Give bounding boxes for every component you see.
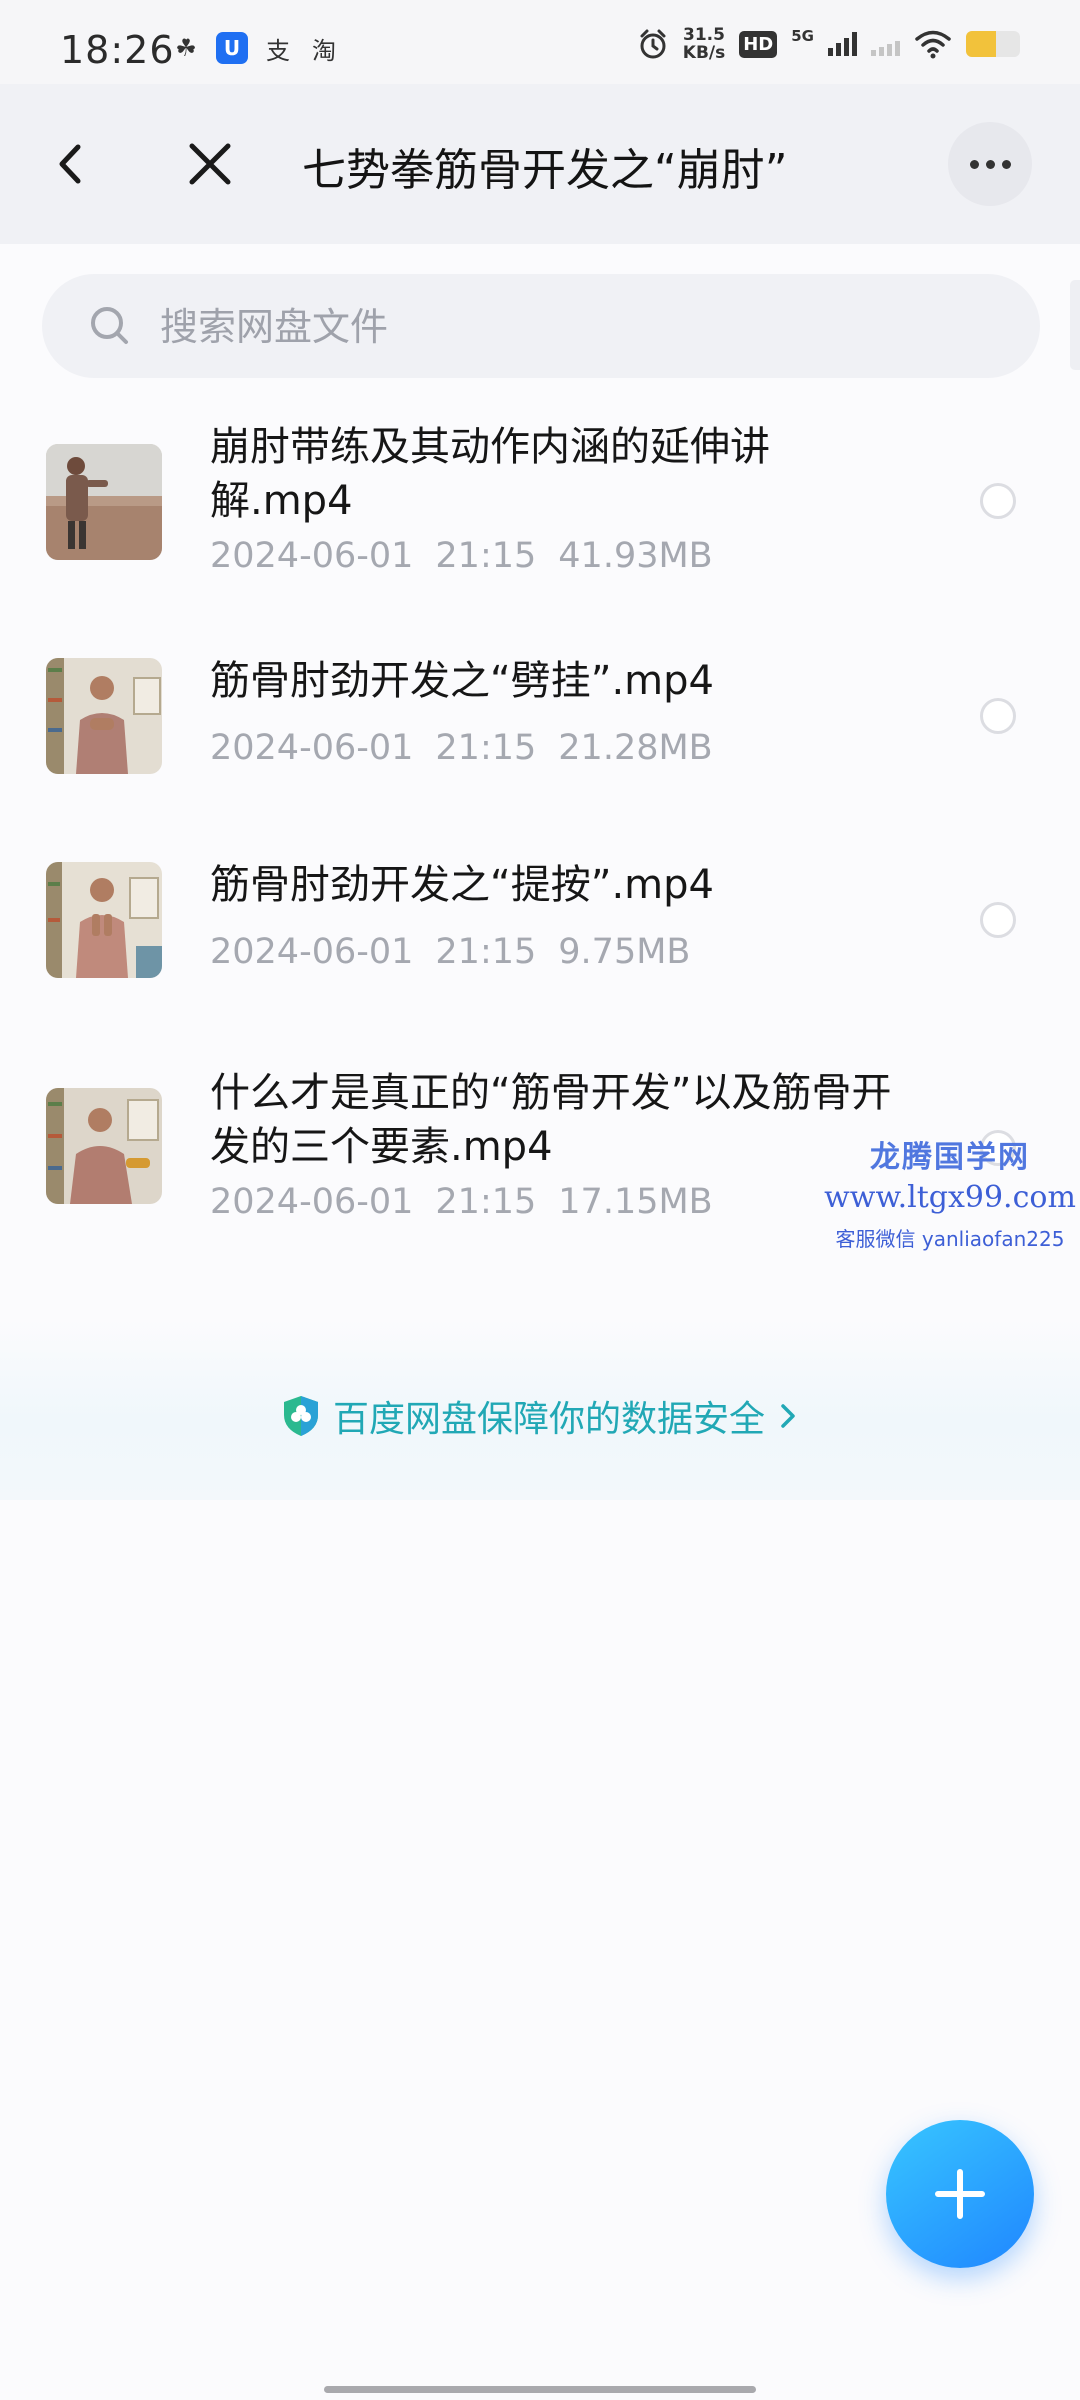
alipay-icon: 支 xyxy=(266,36,290,65)
file-name: 崩肘带练及其动作内涵的延伸讲解.mp4 xyxy=(210,424,770,524)
security-banner-link[interactable]: 百度网盘保障你的数据安全 xyxy=(0,1390,1080,1442)
status-time: 18:26 xyxy=(60,28,175,72)
network-speed-value: 31.5 xyxy=(683,25,725,45)
wifi-icon xyxy=(915,30,951,59)
list-item[interactable]: 什么才是真正的“筋骨开发”以及筋骨开发的三个要素.mp4 2024-06-01 2… xyxy=(0,1066,1080,1246)
hd-badge: HD xyxy=(739,30,778,58)
file-date: 2024-06-01 xyxy=(210,728,414,768)
file-meta: 2024-06-01 21:15 17.15MB xyxy=(210,1182,735,1222)
file-time: 21:15 xyxy=(435,932,537,972)
search-input[interactable] xyxy=(158,296,1002,358)
file-meta: 2024-06-01 21:15 41.93MB xyxy=(210,536,735,576)
file-name: 筋骨肘劲开发之“提按”.mp4 xyxy=(210,862,714,908)
list-item[interactable]: 崩肘带练及其动作内涵的延伸讲解.mp4 2024-06-01 21:15 41.93… xyxy=(0,420,1080,600)
select-checkbox[interactable] xyxy=(980,698,1016,734)
shield-icon xyxy=(283,1396,318,1436)
taobao-icon: 淘 xyxy=(312,36,336,65)
status-bar: 18:26 ☘ U 支 淘 31.5 KB/s HD 5G xyxy=(0,0,1080,84)
search-bar[interactable] xyxy=(42,274,1040,378)
list-item[interactable]: 筋骨肘劲开发之“劈挂”.mp4 2024-06-01 21:15 21.28MB xyxy=(0,648,1080,788)
plus-icon xyxy=(935,2169,985,2219)
signal-secondary-icon xyxy=(871,32,900,56)
alarm-icon xyxy=(640,29,666,59)
file-date: 2024-06-01 xyxy=(210,536,414,576)
network-speed-unit: KB/s xyxy=(682,43,726,63)
file-time: 21:15 xyxy=(435,728,537,768)
home-indicator[interactable] xyxy=(324,2386,756,2393)
select-checkbox[interactable] xyxy=(980,902,1016,938)
chevron-right-icon xyxy=(781,1404,795,1428)
file-name: 筋骨肘劲开发之“劈挂”.mp4 xyxy=(210,658,714,704)
status-indicators: 31.5 KB/s HD 5G xyxy=(637,26,1020,62)
side-edge-handle[interactable] xyxy=(1070,280,1080,370)
file-meta: 2024-06-01 21:15 9.75MB xyxy=(210,932,712,972)
add-button[interactable] xyxy=(886,2120,1034,2268)
search-icon xyxy=(91,307,128,344)
file-date: 2024-06-01 xyxy=(210,1182,414,1222)
file-meta: 2024-06-01 21:15 21.28MB xyxy=(210,728,735,768)
chevron-left-icon[interactable] xyxy=(48,129,92,199)
video-thumbnail xyxy=(46,444,162,560)
file-size: 9.75MB xyxy=(558,932,691,972)
file-time: 21:15 xyxy=(435,536,537,576)
file-size: 41.93MB xyxy=(558,536,713,576)
file-time: 21:15 xyxy=(435,1182,537,1222)
file-size: 21.28MB xyxy=(558,728,713,768)
select-checkbox[interactable] xyxy=(980,1130,1016,1166)
security-banner-text: 百度网盘保障你的数据安全 xyxy=(332,1399,765,1440)
video-thumbnail xyxy=(46,658,162,774)
network-type: 5G xyxy=(791,27,814,45)
app-u-icon: U xyxy=(216,32,248,64)
app-notification-icon: ☘ xyxy=(175,34,197,62)
select-checkbox[interactable] xyxy=(980,483,1016,519)
battery-icon xyxy=(966,31,1020,57)
title-bar: 七势拳筋骨开发之“崩肘” xyxy=(0,84,1080,244)
network-speed: 31.5 KB/s xyxy=(683,26,725,62)
list-item[interactable]: 筋骨肘劲开发之“提按”.mp4 2024-06-01 21:15 9.75MB xyxy=(0,852,1080,992)
file-name: 什么才是真正的“筋骨开发”以及筋骨开发的三个要素.mp4 xyxy=(210,1070,892,1170)
status-app-icons: ☘ U 支 淘 xyxy=(170,32,340,65)
file-size: 17.15MB xyxy=(558,1182,713,1222)
signal-icon xyxy=(828,32,857,56)
more-icon[interactable] xyxy=(948,122,1032,206)
video-thumbnail xyxy=(46,862,162,978)
file-date: 2024-06-01 xyxy=(210,932,414,972)
close-icon[interactable] xyxy=(180,134,240,194)
video-thumbnail xyxy=(46,1088,162,1204)
page-title: 七势拳筋骨开发之“崩肘” xyxy=(302,145,788,196)
